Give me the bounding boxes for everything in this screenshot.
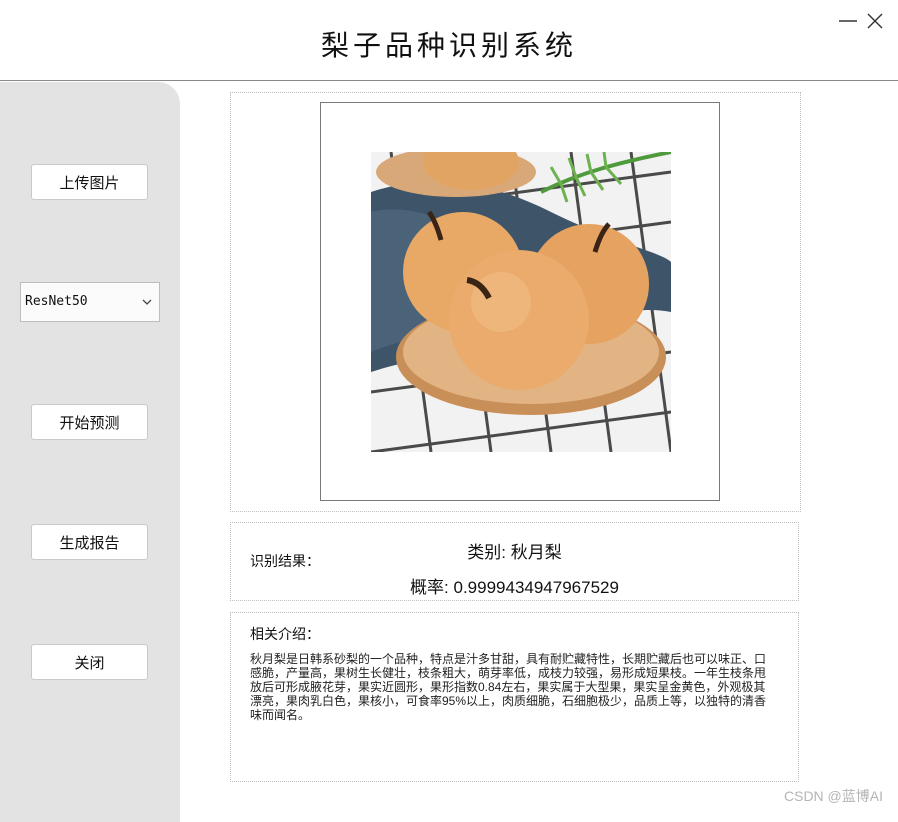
pear-photo xyxy=(371,152,671,452)
generate-report-button[interactable]: 生成报告 xyxy=(31,524,148,560)
intro-text: 秋月梨是日韩系砂梨的一个品种，特点是汁多甘甜，具有耐贮藏特性，长期贮藏后也可以味… xyxy=(250,652,767,722)
model-select-value: ResNet50 xyxy=(25,294,88,309)
close-button[interactable]: 关闭 xyxy=(31,644,148,680)
result-class: 类别: 秋月梨 xyxy=(467,543,562,562)
minimize-icon[interactable] xyxy=(837,10,859,32)
intro-title: 相关介绍： xyxy=(250,627,320,643)
model-select[interactable]: ResNet50 xyxy=(20,282,160,322)
close-icon[interactable] xyxy=(864,10,886,32)
app-title: 梨子品种识别系统 xyxy=(320,29,577,62)
chevron-down-icon xyxy=(142,299,152,305)
title-bar: 梨子品种识别系统 xyxy=(0,0,898,81)
start-predict-button[interactable]: 开始预测 xyxy=(31,404,148,440)
result-probability: 概率: 0.9999434947967529 xyxy=(410,578,619,597)
upload-image-button[interactable]: 上传图片 xyxy=(31,164,148,200)
watermark: CSDN @蓝博AI xyxy=(784,788,883,804)
